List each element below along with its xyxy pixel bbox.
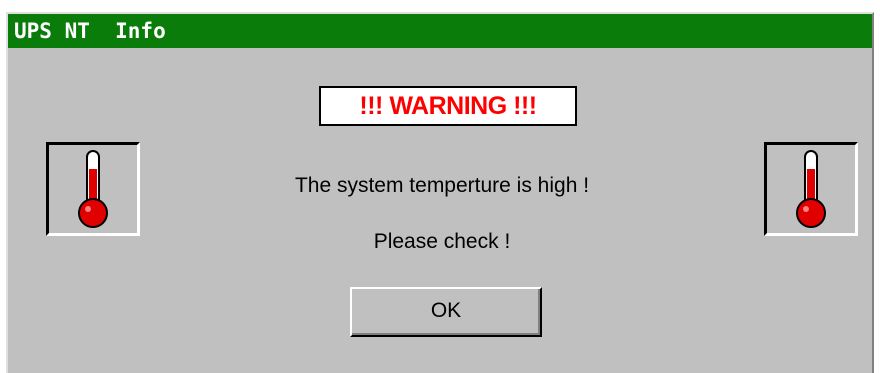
ups-info-dialog: UPS NT Info !!! WARNING !!! The system t… xyxy=(6,12,874,373)
message-line-1: The system temperture is high ! xyxy=(294,174,590,197)
thermometer-icon xyxy=(796,150,826,228)
ok-button[interactable]: OK xyxy=(350,287,542,337)
right-thermometer-frame xyxy=(764,142,858,236)
message-line-2: Please check ! xyxy=(373,230,511,253)
window-title: UPS NT Info xyxy=(8,14,872,48)
warning-label: !!! WARNING !!! xyxy=(319,86,577,126)
